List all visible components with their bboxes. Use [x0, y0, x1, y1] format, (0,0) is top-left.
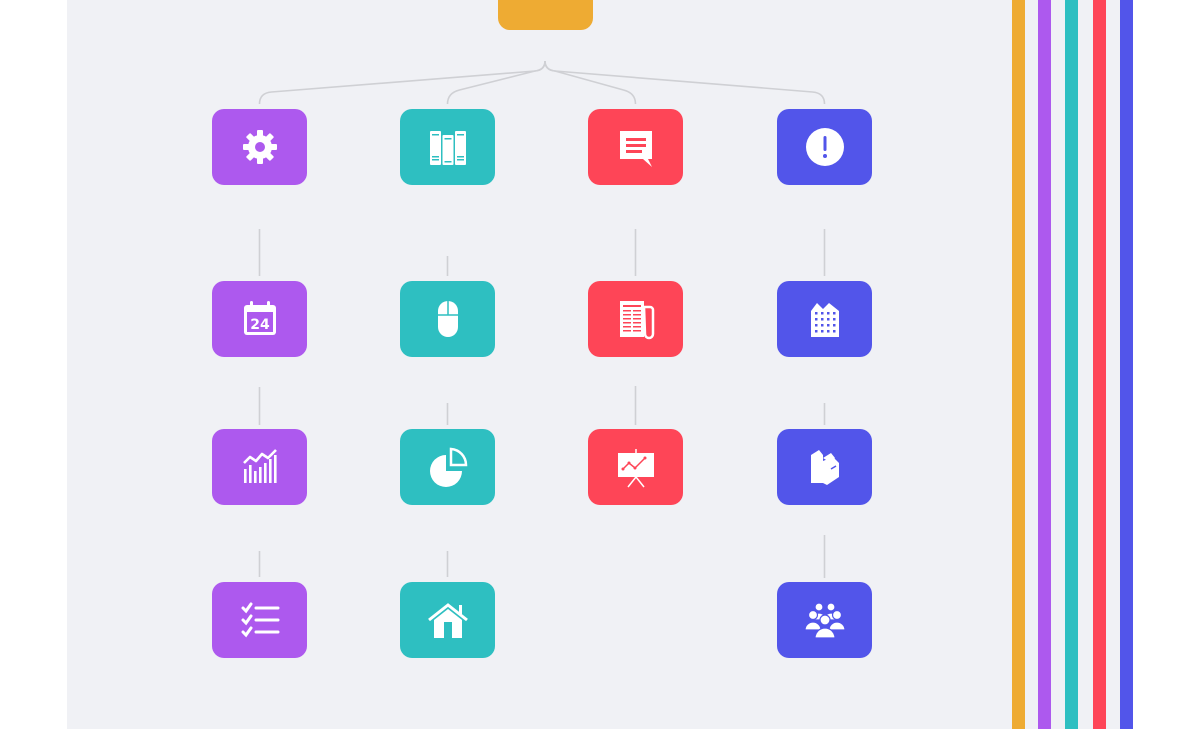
node-how-to-webinars[interactable]: [588, 429, 683, 514]
branch-connector: [544, 60, 637, 105]
svg-text:24: 24: [250, 317, 270, 333]
node-about-us-tile[interactable]: [777, 109, 872, 185]
branch-connector: [544, 60, 826, 105]
node-features-tile[interactable]: [212, 109, 307, 185]
home-icon: [524, 0, 568, 14]
node-our-story[interactable]: [777, 429, 872, 514]
chart-bars-icon: [238, 445, 282, 489]
node-the-company[interactable]: [777, 281, 872, 366]
node-help-learning[interactable]: [400, 109, 495, 194]
node-the-company-tile[interactable]: [777, 281, 872, 357]
node-blog[interactable]: [588, 109, 683, 194]
calendar-icon: 24: [238, 297, 282, 341]
node-the-team[interactable]: [777, 582, 872, 667]
gear-icon: [238, 125, 282, 169]
node-how-to-use-app[interactable]: [400, 281, 495, 366]
node-scheduling-tile[interactable]: 24: [212, 281, 307, 357]
node-planning[interactable]: [212, 582, 307, 667]
node-features[interactable]: [212, 109, 307, 194]
node-blog-posts[interactable]: [588, 281, 683, 366]
node-create-data-reports[interactable]: [400, 429, 495, 514]
node-planning-templates-tile[interactable]: [400, 582, 495, 658]
presentation-icon: [614, 445, 658, 489]
node-planning-templates[interactable]: [400, 582, 495, 667]
pie-chart-icon: [426, 445, 470, 489]
node-planning-tile[interactable]: [212, 582, 307, 658]
mouse-icon: [426, 297, 470, 341]
node-data-tracking[interactable]: [212, 429, 307, 514]
node-scheduling[interactable]: 24: [212, 281, 307, 366]
node-create-data-reports-tile[interactable]: [400, 429, 495, 505]
node-blog-tile[interactable]: [588, 109, 683, 185]
node-home-page-tile[interactable]: [498, 0, 593, 30]
checklist-icon: [238, 598, 282, 642]
node-about-us[interactable]: [777, 109, 872, 194]
node-our-story-tile[interactable]: [777, 429, 872, 505]
node-help-learning-tile[interactable]: [400, 109, 495, 185]
node-the-team-tile[interactable]: [777, 582, 872, 658]
house-icon: [426, 598, 470, 642]
branch-connector: [446, 60, 546, 105]
node-data-tracking-tile[interactable]: [212, 429, 307, 505]
building-icon: [803, 297, 847, 341]
newspaper-icon: [614, 297, 658, 341]
team-icon: [803, 598, 847, 642]
node-how-to-use-app-tile[interactable]: [400, 281, 495, 357]
books-shelf-icon: [426, 125, 470, 169]
books-icon: [803, 445, 847, 489]
node-blog-posts-tile[interactable]: [588, 281, 683, 357]
chat-document-icon: [614, 125, 658, 169]
branch-connector: [258, 60, 546, 105]
info-exclamation-icon: [803, 125, 847, 169]
node-how-to-webinars-tile[interactable]: [588, 429, 683, 505]
node-home-page[interactable]: [498, 0, 593, 39]
